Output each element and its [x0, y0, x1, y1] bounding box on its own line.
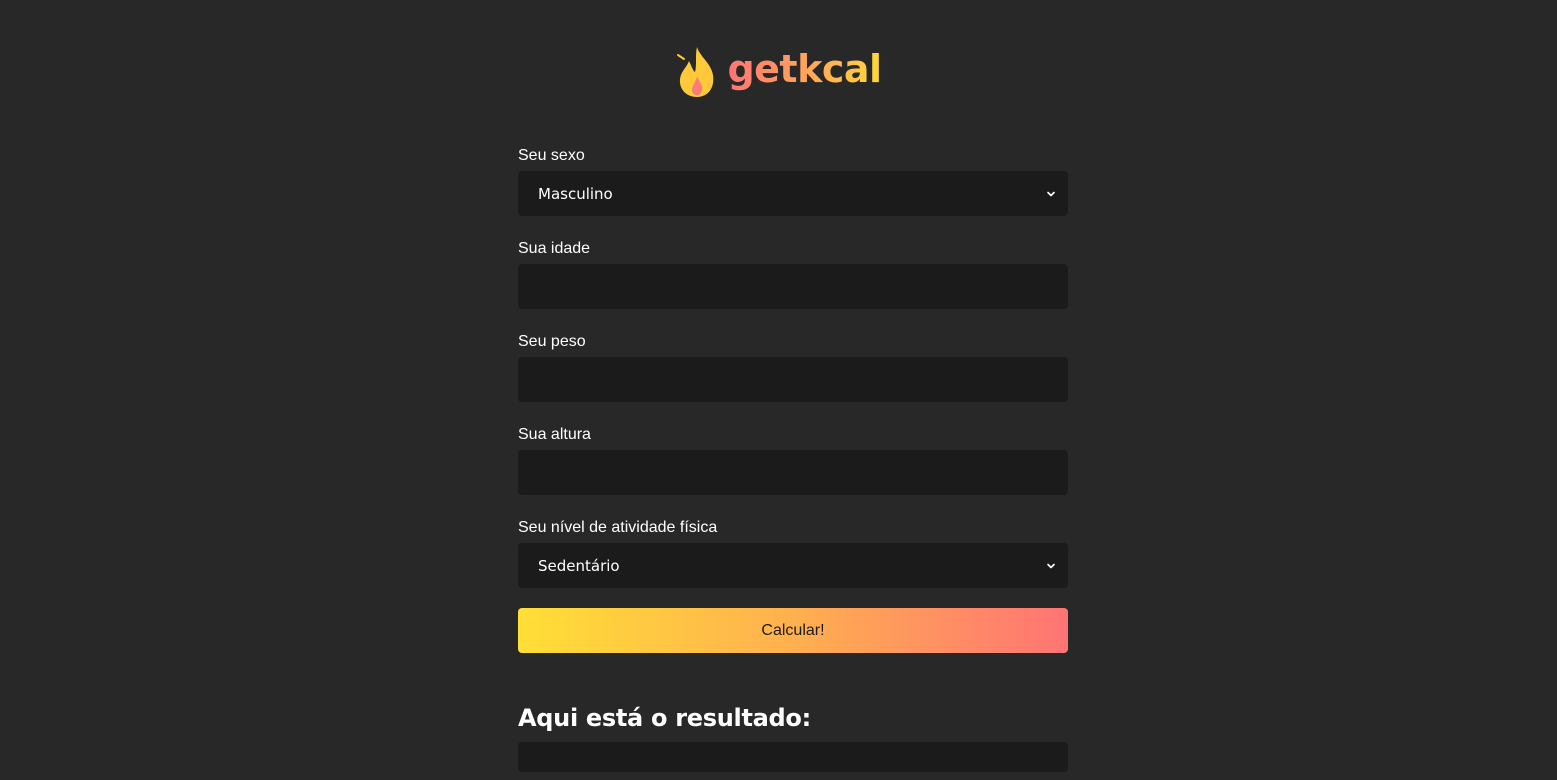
logo-text: getkcal — [727, 50, 882, 94]
header: getkcal — [0, 44, 1557, 100]
logo[interactable]: getkcal — [675, 45, 882, 99]
weight-field: Seu peso — [518, 332, 1068, 402]
chevron-down-icon — [1047, 563, 1055, 568]
flame-icon — [677, 47, 714, 97]
chevron-down-icon — [1047, 191, 1055, 196]
sex-select[interactable]: Masculino — [518, 171, 1068, 216]
result-output — [518, 742, 1068, 772]
height-input[interactable] — [518, 450, 1068, 495]
sex-label: Seu sexo — [518, 147, 585, 164]
age-input[interactable] — [518, 264, 1068, 309]
activity-selected-value: Sedentário — [538, 556, 620, 575]
age-label: Sua idade — [518, 240, 591, 257]
activity-select[interactable]: Sedentário — [518, 543, 1068, 588]
activity-label: Seu nível de atividade física — [518, 519, 718, 536]
height-label: Sua altura — [518, 426, 591, 443]
activity-field: Seu nível de atividade física Sedentário — [518, 518, 1068, 588]
weight-label: Seu peso — [518, 333, 586, 350]
calorie-form: Seu sexo Masculino Sua idade Seu peso Su… — [518, 146, 1068, 611]
weight-input[interactable] — [518, 357, 1068, 402]
age-field: Sua idade — [518, 239, 1068, 309]
sex-selected-value: Masculino — [538, 184, 613, 203]
result-title: Aqui está o resultado: — [518, 704, 811, 732]
calculate-button[interactable]: Calcular! — [518, 608, 1068, 653]
height-field: Sua altura — [518, 425, 1068, 495]
sex-field: Seu sexo Masculino — [518, 146, 1068, 216]
